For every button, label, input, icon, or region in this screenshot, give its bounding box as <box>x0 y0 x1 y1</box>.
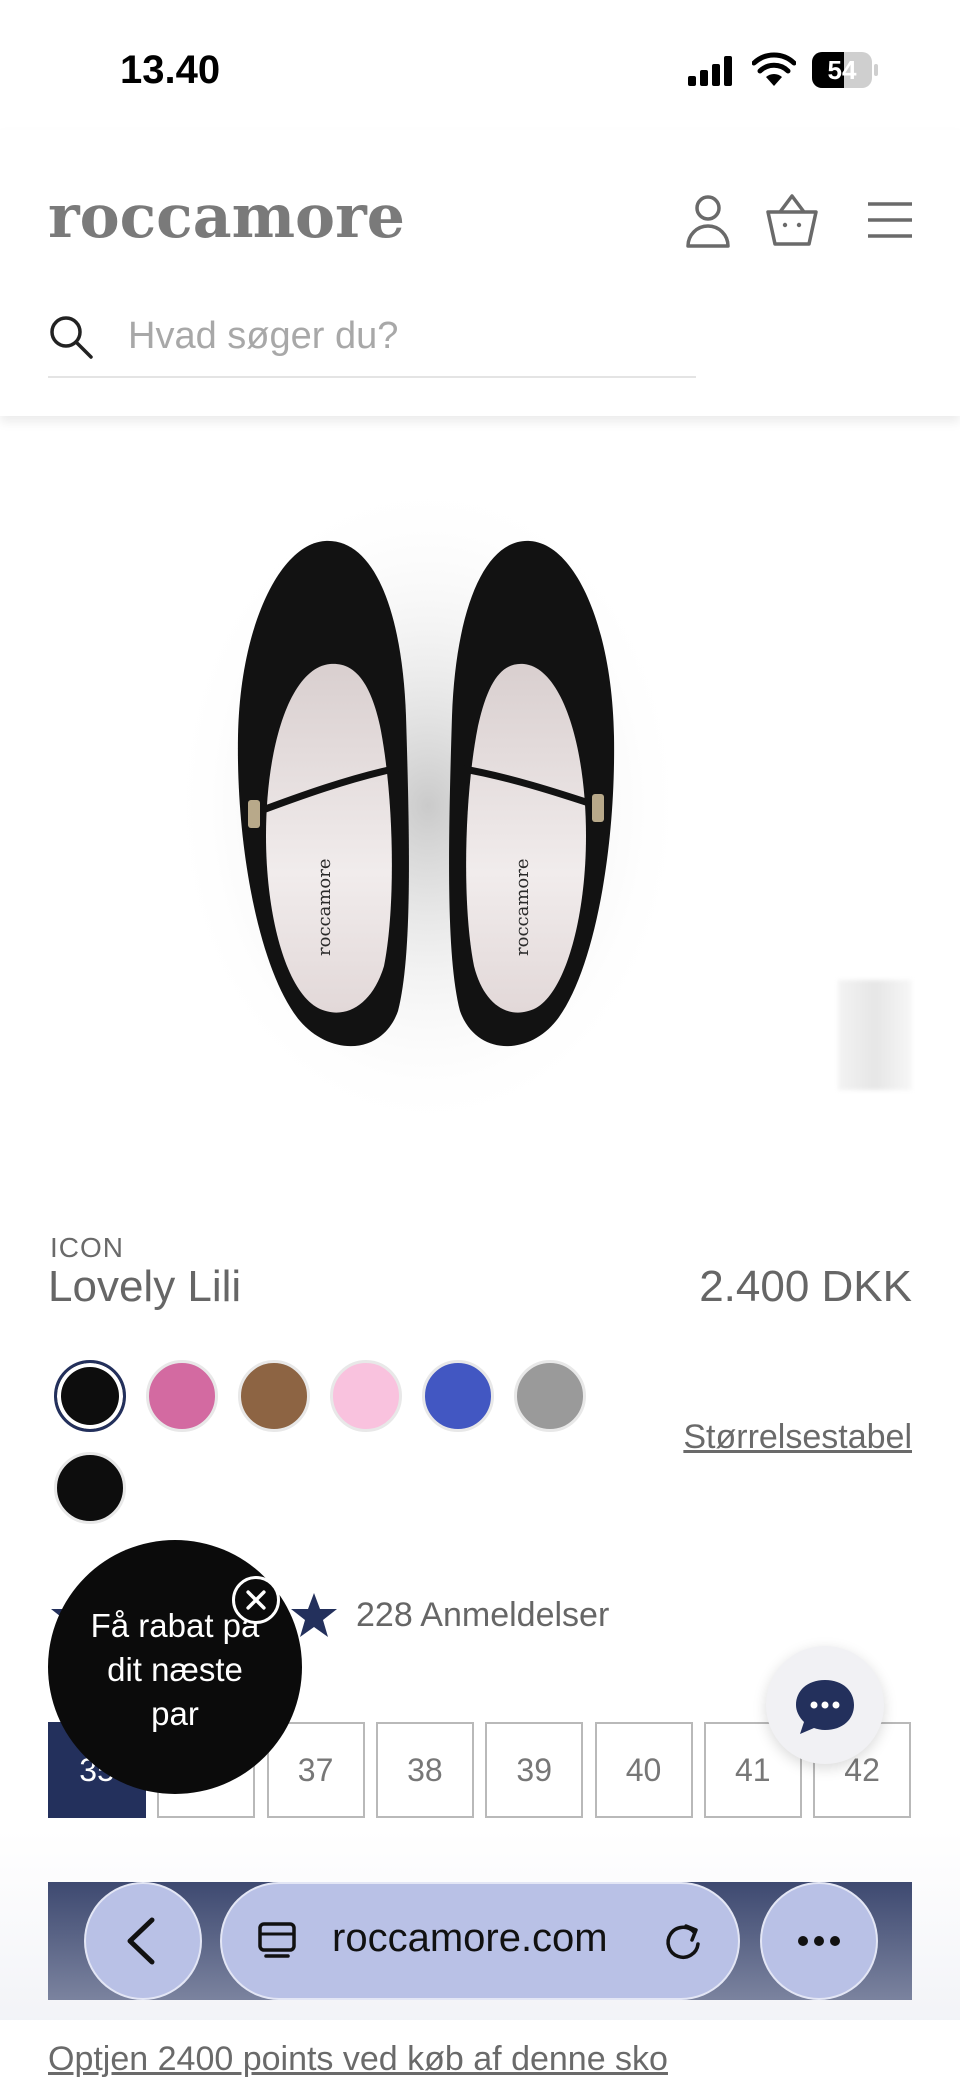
svg-text:roccamore: roccamore <box>314 859 335 957</box>
product-price: 2.400 DKK <box>699 1262 912 1311</box>
battery-icon: 54 <box>812 52 878 88</box>
wifi-icon <box>752 52 796 86</box>
battery-level: 54 <box>827 55 857 85</box>
color-swatch[interactable] <box>54 1360 126 1432</box>
basket-icon[interactable] <box>762 190 822 250</box>
svg-text:roccamore: roccamore <box>512 859 533 957</box>
back-button[interactable] <box>84 1882 202 2000</box>
chat-bubble-icon <box>796 1680 854 1734</box>
color-swatch[interactable] <box>238 1360 310 1432</box>
search-input[interactable] <box>128 308 668 364</box>
promo-text-line2: dit næste <box>107 1651 243 1688</box>
color-swatch[interactable] <box>330 1360 402 1432</box>
status-bar: 13.40 54 <box>0 0 960 130</box>
logo[interactable]: roccamore <box>48 182 405 252</box>
search-bar <box>48 300 696 378</box>
menu-icon[interactable] <box>862 190 922 250</box>
more-button[interactable] <box>760 1882 878 2000</box>
user-icon[interactable] <box>678 190 738 250</box>
url-text[interactable]: roccamore.com <box>332 1916 608 1961</box>
collection-label: ICON <box>50 1232 124 1263</box>
site-header: roccamore <box>0 130 960 416</box>
close-icon[interactable] <box>232 1576 280 1624</box>
reload-icon[interactable] <box>660 1918 706 1964</box>
chevron-left-icon <box>127 1917 155 1965</box>
ellipsis-icon <box>798 1936 840 1946</box>
product-image[interactable]: roccamore roccamore <box>0 416 960 1176</box>
size-option-38[interactable]: 38 <box>375 1722 474 1818</box>
tabs-icon[interactable] <box>256 1918 302 1964</box>
size-option-40[interactable]: 40 <box>594 1722 693 1818</box>
color-swatch[interactable] <box>146 1360 218 1432</box>
color-swatch[interactable] <box>54 1452 126 1524</box>
color-swatch[interactable] <box>422 1360 494 1432</box>
chat-button[interactable] <box>766 1646 884 1764</box>
loyalty-points-link[interactable]: Optjen 2400 points ved køb af denne sko <box>48 2040 668 2079</box>
promo-text-line3: par <box>151 1695 199 1732</box>
next-image-thumbnail[interactable] <box>838 980 912 1090</box>
size-chart-link[interactable]: Størrelsestabel <box>683 1418 912 1457</box>
status-time: 13.40 <box>120 48 221 92</box>
size-option-39[interactable]: 39 <box>485 1722 584 1818</box>
reviews-count[interactable]: 228 Anmeldelser <box>356 1596 609 1635</box>
product-name: Lovely Lili <box>48 1262 242 1311</box>
signal-icon <box>688 56 734 86</box>
color-swatch[interactable] <box>514 1360 586 1432</box>
search-icon[interactable] <box>48 314 94 360</box>
